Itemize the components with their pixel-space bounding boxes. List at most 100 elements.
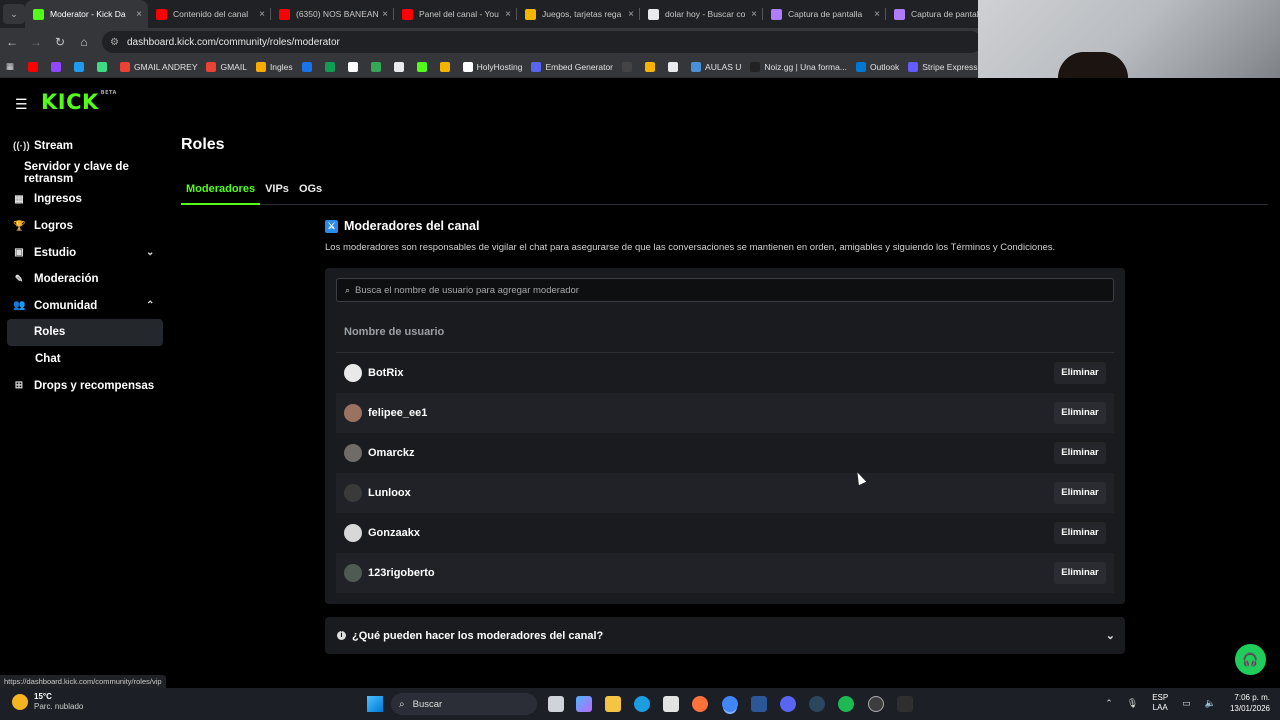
close-icon[interactable]: × [874,9,880,20]
reload-icon[interactable]: ↻ [48,35,72,49]
close-icon[interactable]: × [136,9,142,20]
bookmark-item[interactable] [370,61,385,72]
chevron-up-icon[interactable]: ⌃ [146,300,154,311]
bookmark-item[interactable]: Stripe Express [908,61,978,72]
bookmark-item[interactable]: Outlook [855,61,899,72]
language-indicator[interactable]: ESP LAA [1152,693,1168,713]
bookmark-item[interactable]: Ingles [255,61,293,72]
browser-tab[interactable]: Juegos, tarjetas rega × [517,0,640,28]
forward-icon[interactable]: → [24,35,48,49]
home-icon[interactable]: ⌂ [72,35,96,49]
chevron-down-icon[interactable]: ⌄ [146,247,154,258]
sidebar-item-drops[interactable]: ⊞ Drops y recompensas [0,372,170,399]
moderator-username[interactable]: 123rigoberto [368,567,1054,579]
support-chat-button[interactable]: 🎧 [1235,644,1266,675]
sidebar-item-ingresos[interactable]: ▦ Ingresos [0,186,170,213]
moderator-search-input[interactable]: ⌕ Busca el nombre de usuario para agrega… [336,278,1114,302]
sidebar-item-logros[interactable]: 🏆 Logros [0,213,170,240]
weather-widget[interactable]: 15°C Parc. nublado [12,692,83,712]
windows-start-icon[interactable] [367,696,383,712]
remove-moderator-button[interactable]: Eliminar [1054,482,1106,504]
avatar[interactable] [344,364,362,382]
bookmark-item[interactable] [74,61,88,72]
tab-vips[interactable]: VIPs [260,178,294,205]
browser-tab[interactable]: (6350) NOS BANEAN × [271,0,394,28]
bookmark-item[interactable] [324,61,339,72]
avatar[interactable] [344,444,362,462]
bookmark-item[interactable] [28,61,42,72]
firefox-icon[interactable] [692,696,708,712]
browser-tab[interactable]: Contenido del canal × [148,0,271,28]
close-icon[interactable]: × [505,9,511,20]
browser-tab[interactable]: Captura de pantalla × [763,0,886,28]
sidebar-item-moderación[interactable]: ✎ Moderación [0,266,170,293]
moderator-username[interactable]: Lunloox [368,487,1054,499]
bookmark-item[interactable] [51,61,65,72]
spotify-icon[interactable] [838,696,854,712]
bookmark-item[interactable] [301,61,316,72]
browser-tab[interactable]: dolar hoy - Buscar co × [640,0,763,28]
browser-tab[interactable]: Panel del canal - You × [394,0,517,28]
address-bar[interactable]: ⚙ dashboard.kick.com/community/roles/mod… [102,31,982,53]
moderator-username[interactable]: Gonzaakx [368,527,1054,539]
bookmark-item[interactable]: Noiz.gg | Una forma... [750,61,847,72]
taskbar-search[interactable]: ⌕ Buscar [391,693,537,715]
sidebar-item-servidor[interactable]: Servidor y clave de retransm [0,160,170,187]
back-icon[interactable]: ← [0,35,24,49]
volume-icon[interactable]: 🔈 [1205,698,1216,709]
copilot-icon[interactable] [576,696,592,712]
bookmark-item[interactable]: HolyHosting [462,61,522,72]
sidebar-item-comunidad[interactable]: 👥 Comunidad ⌃ [0,293,170,320]
apps-icon[interactable]: ▦ [6,61,14,72]
bookmark-item[interactable] [622,61,636,72]
bookmark-item[interactable] [347,61,362,72]
discord-icon[interactable] [780,696,796,712]
edge-icon[interactable] [634,696,650,712]
obs-icon[interactable] [868,696,884,712]
sidebar-item-stream[interactable]: ((·)) Stream [0,133,170,160]
close-icon[interactable]: × [382,9,388,20]
menu-icon[interactable]: ☰ [15,96,28,113]
moderator-username[interactable]: Omarckz [368,447,1054,459]
remove-moderator-button[interactable]: Eliminar [1054,402,1106,424]
tab-search-dropdown-icon[interactable]: ⌄ [3,4,25,24]
bookmark-item[interactable]: GMAIL [206,61,247,72]
close-icon[interactable]: × [259,9,265,20]
avatar[interactable] [344,404,362,422]
visual-studio-icon[interactable] [751,696,767,712]
bookmark-item[interactable] [645,61,659,72]
site-info-icon[interactable]: ⚙ [110,37,119,48]
avatar[interactable] [344,484,362,502]
tab-moderadores[interactable]: Moderadores [181,178,261,205]
microphone-icon[interactable]: 🎙 [1127,698,1138,709]
network-icon[interactable]: ▭ [1182,698,1191,709]
browser-tab[interactable]: Moderator - Kick Da × [25,0,148,28]
steam-icon[interactable] [809,696,825,712]
moderator-username[interactable]: felipee_ee1 [368,407,1054,419]
bookmark-item[interactable] [416,61,431,72]
avatar[interactable] [344,524,362,542]
remove-moderator-button[interactable]: Eliminar [1054,522,1106,544]
remove-moderator-button[interactable]: Eliminar [1054,562,1106,584]
close-icon[interactable]: × [751,9,757,20]
chevron-up-icon[interactable]: ⌃ [1105,698,1113,709]
faq-accordion[interactable]: i ¿Qué pueden hacer los moderadores del … [325,617,1125,654]
bookmark-item[interactable]: GMAIL ANDREY [120,61,197,72]
close-icon[interactable]: × [628,9,634,20]
sidebar-item-roles[interactable]: Roles [7,319,163,346]
bookmark-item[interactable]: Embed Generator [531,61,613,72]
clock[interactable]: 7:06 p. m. 13/01/2026 [1230,692,1270,714]
task-view-icon[interactable] [548,696,564,712]
remove-moderator-button[interactable]: Eliminar [1054,442,1106,464]
chrome-icon[interactable] [722,696,738,712]
bookmark-item[interactable] [393,61,408,72]
moderator-username[interactable]: BotRix [368,367,1054,379]
sidebar-item-chat[interactable]: Chat [0,346,170,373]
kick-logo[interactable]: KICK BETA [41,90,117,114]
file-explorer-icon[interactable] [605,696,621,712]
sidebar-item-estudio[interactable]: ▣ Estudio ⌄ [0,239,170,266]
store-icon[interactable] [663,696,679,712]
bookmark-item[interactable] [668,61,682,72]
bookmark-item[interactable]: AULAS U [691,61,741,72]
epic-games-icon[interactable] [897,696,913,712]
